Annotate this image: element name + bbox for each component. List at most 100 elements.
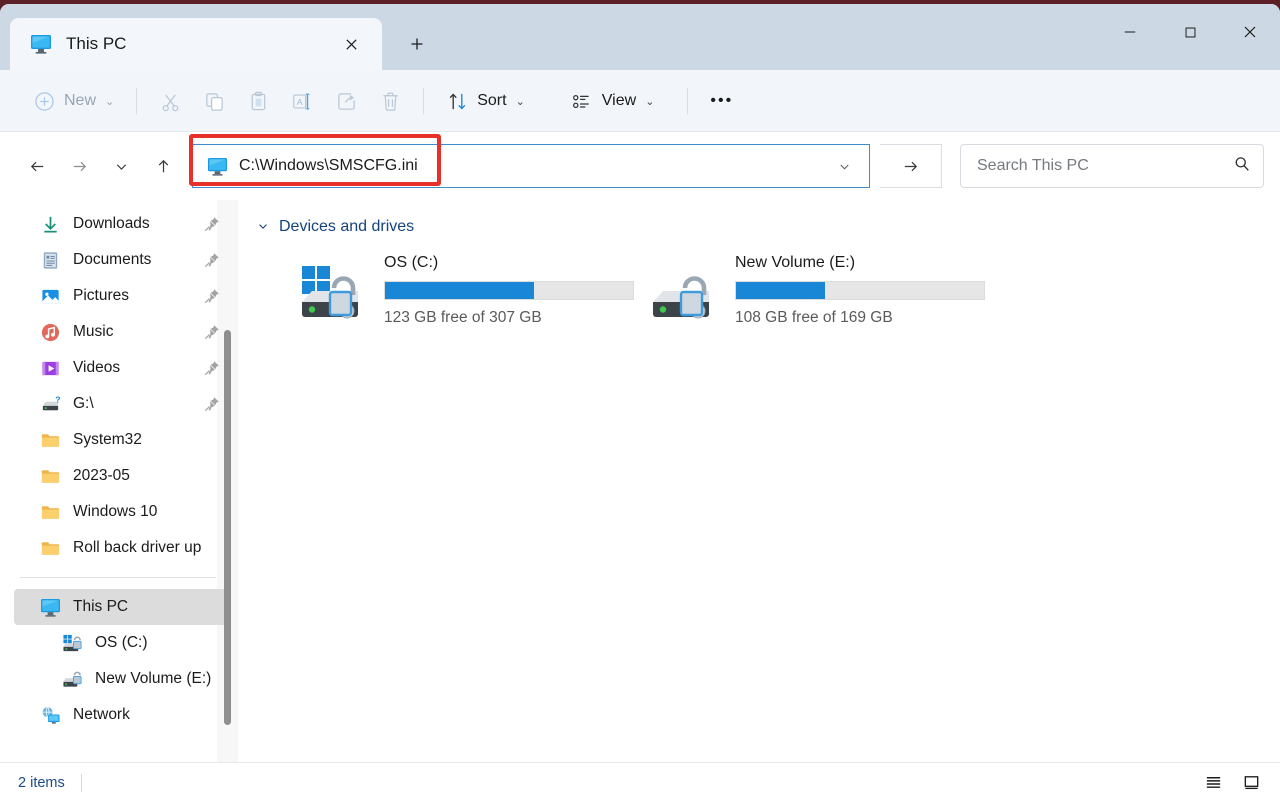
os-drive-icon — [60, 631, 84, 655]
sidebar-scrollbar-thumb[interactable] — [224, 330, 231, 725]
tab-this-pc[interactable]: This PC — [10, 18, 382, 70]
monitor-icon — [38, 595, 62, 619]
pin-icon[interactable] — [204, 216, 220, 232]
more-options-button[interactable]: ••• — [699, 81, 744, 121]
sidebar-item-windows-10[interactable]: Windows 10 — [14, 494, 228, 530]
rename-button[interactable]: A — [280, 81, 324, 121]
rename-icon: A — [291, 90, 313, 112]
title-bar: This PC — [0, 4, 1280, 70]
devices-and-drives-group-header[interactable]: Devices and drives — [256, 218, 1280, 236]
monitor-icon — [207, 157, 228, 176]
new-tab-button[interactable] — [396, 23, 438, 65]
up-button[interactable] — [142, 145, 184, 187]
maximize-button[interactable] — [1160, 4, 1220, 60]
sidebar-item-label: Network — [73, 706, 130, 723]
svg-text:A: A — [297, 97, 303, 107]
minimize-button[interactable] — [1100, 4, 1160, 60]
sidebar-item-documents[interactable]: Documents — [14, 242, 228, 278]
search-box[interactable]: Search This PC — [960, 144, 1264, 188]
music-icon — [38, 320, 62, 344]
go-button[interactable] — [880, 144, 942, 188]
sidebar-item-os-c[interactable]: OS (C:) — [14, 625, 228, 661]
navigation-pane: Downloads Documents Pictures Music Video… — [0, 200, 238, 762]
sidebar-item-label: System32 — [73, 431, 142, 448]
sidebar-item-downloads[interactable]: Downloads — [14, 206, 228, 242]
sidebar-item-videos[interactable]: Videos — [14, 350, 228, 386]
sidebar-item-network[interactable]: Network — [14, 697, 228, 733]
drive-icon — [60, 667, 84, 691]
sidebar-item-label: Music — [73, 323, 114, 340]
sidebar-item-new-volume-e[interactable]: New Volume (E:) — [14, 661, 228, 697]
sidebar-item-2023-05[interactable]: 2023-05 — [14, 458, 228, 494]
scissors-icon — [159, 90, 181, 112]
file-explorer-window: This PC New ⌄ A Sort ⌄ View ⌄ ••• C:\Win… — [0, 4, 1280, 802]
toolbar-divider — [136, 88, 138, 114]
forward-button[interactable] — [58, 145, 100, 187]
sidebar-divider — [20, 577, 216, 578]
os-drive-icon — [300, 264, 374, 322]
view-toggle-group — [1198, 770, 1266, 796]
folder-icon — [38, 428, 62, 452]
file-list-area[interactable]: Devices and drives OS (C:) 123 GB free o… — [238, 200, 1280, 762]
chevron-down-icon[interactable] — [829, 159, 859, 174]
sidebar-item-label: New Volume (E:) — [95, 670, 212, 687]
videos-icon — [38, 356, 62, 380]
details-view-icon[interactable] — [1198, 770, 1228, 796]
window-close-button[interactable] — [1220, 4, 1280, 60]
sidebar-item-system32[interactable]: System32 — [14, 422, 228, 458]
drive-info: New Volume (E:) 108 GB free of 169 GB — [735, 250, 985, 327]
share-button[interactable] — [324, 81, 368, 121]
svg-text:?: ? — [55, 394, 60, 404]
search-icon[interactable] — [1233, 155, 1251, 178]
search-input[interactable]: Search This PC — [977, 157, 1233, 175]
downloads-icon — [38, 212, 62, 236]
paste-icon — [247, 90, 269, 112]
drive-item-new-volume-e[interactable]: New Volume (E:) 108 GB free of 169 GB — [651, 250, 985, 327]
group-title: Devices and drives — [279, 218, 415, 235]
folder-icon — [38, 536, 62, 560]
sort-icon — [446, 90, 468, 112]
pin-icon[interactable] — [204, 396, 220, 412]
sidebar-item-roll-back-driver[interactable]: Roll back driver up — [14, 530, 228, 566]
chevron-down-icon[interactable] — [256, 219, 270, 236]
sidebar-item-g-drive[interactable]: ? G:\ — [14, 386, 228, 422]
pin-icon[interactable] — [204, 360, 220, 376]
pin-icon[interactable] — [204, 288, 220, 304]
more-options-label: ••• — [710, 92, 734, 109]
pin-icon[interactable] — [204, 252, 220, 268]
explorer-body: Downloads Documents Pictures Music Video… — [0, 200, 1280, 762]
network-icon — [38, 703, 62, 727]
new-button[interactable]: New ⌄ — [22, 81, 125, 121]
drive-free-space: 108 GB free of 169 GB — [735, 309, 893, 326]
window-controls — [1100, 4, 1280, 60]
toolbar-divider-2 — [423, 88, 425, 114]
folder-icon — [38, 500, 62, 524]
copy-button[interactable] — [192, 81, 236, 121]
back-button[interactable] — [16, 145, 58, 187]
drive-usage-bar — [384, 281, 634, 300]
status-divider — [80, 773, 82, 792]
address-text: C:\Windows\SMSCFG.ini — [239, 157, 418, 174]
paste-button[interactable] — [236, 81, 280, 121]
sort-button[interactable]: Sort ⌄ — [435, 81, 536, 121]
sidebar-item-music[interactable]: Music — [14, 314, 228, 350]
address-bar[interactable]: C:\Windows\SMSCFG.ini — [192, 144, 870, 188]
sidebar-item-this-pc[interactable]: This PC — [14, 589, 228, 625]
recent-locations-button[interactable] — [100, 145, 142, 187]
pin-icon[interactable] — [204, 324, 220, 340]
delete-button[interactable] — [368, 81, 412, 121]
trash-icon — [379, 90, 401, 112]
view-button[interactable]: View ⌄ — [560, 81, 666, 121]
navigation-bar: C:\Windows\SMSCFG.ini Search This PC — [0, 132, 1280, 200]
sidebar-item-pictures[interactable]: Pictures — [14, 278, 228, 314]
drive-item-os-c[interactable]: OS (C:) 123 GB free of 307 GB — [300, 250, 634, 327]
close-icon[interactable] — [334, 27, 368, 61]
drive-usage-fill — [385, 282, 534, 299]
share-icon — [335, 90, 357, 112]
sidebar-item-label: G:\ — [73, 395, 94, 412]
sidebar-item-label: Videos — [73, 359, 121, 376]
cut-button[interactable] — [148, 81, 192, 121]
drive-unknown-icon: ? — [38, 392, 62, 416]
large-icons-view-icon[interactable] — [1236, 770, 1266, 796]
chevron-down-icon: ⌄ — [645, 95, 655, 108]
